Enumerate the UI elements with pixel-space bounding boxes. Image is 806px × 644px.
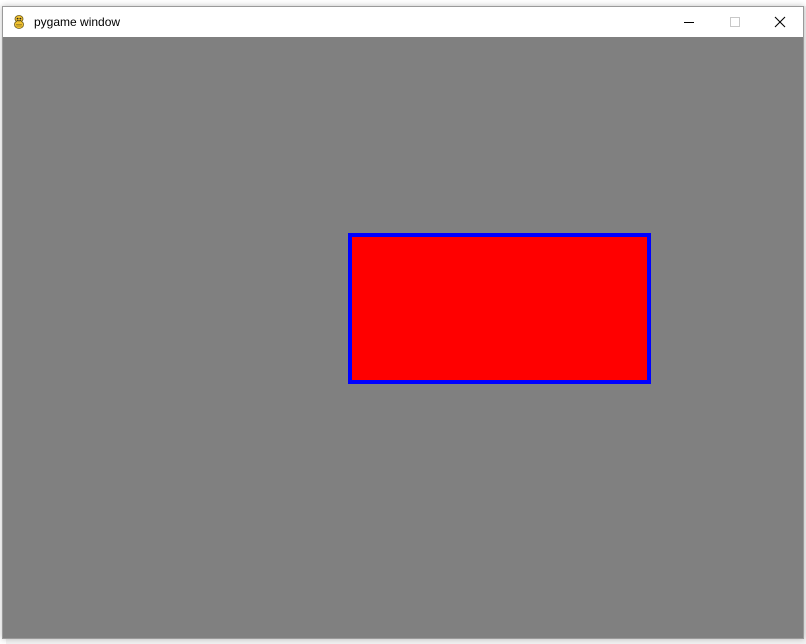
window-title: pygame window xyxy=(34,15,121,29)
minimize-icon xyxy=(684,22,694,23)
title-bar[interactable]: pygame window xyxy=(3,7,803,37)
game-canvas[interactable] xyxy=(3,37,803,638)
red-rectangle-with-blue-border xyxy=(348,233,651,384)
maximize-button[interactable] xyxy=(712,7,758,37)
pygame-snake-icon xyxy=(11,14,27,30)
close-icon xyxy=(774,16,786,28)
pygame-window[interactable]: pygame window xyxy=(2,6,804,639)
close-button[interactable] xyxy=(757,7,803,37)
minimize-button[interactable] xyxy=(666,7,712,37)
maximize-icon xyxy=(730,17,740,27)
